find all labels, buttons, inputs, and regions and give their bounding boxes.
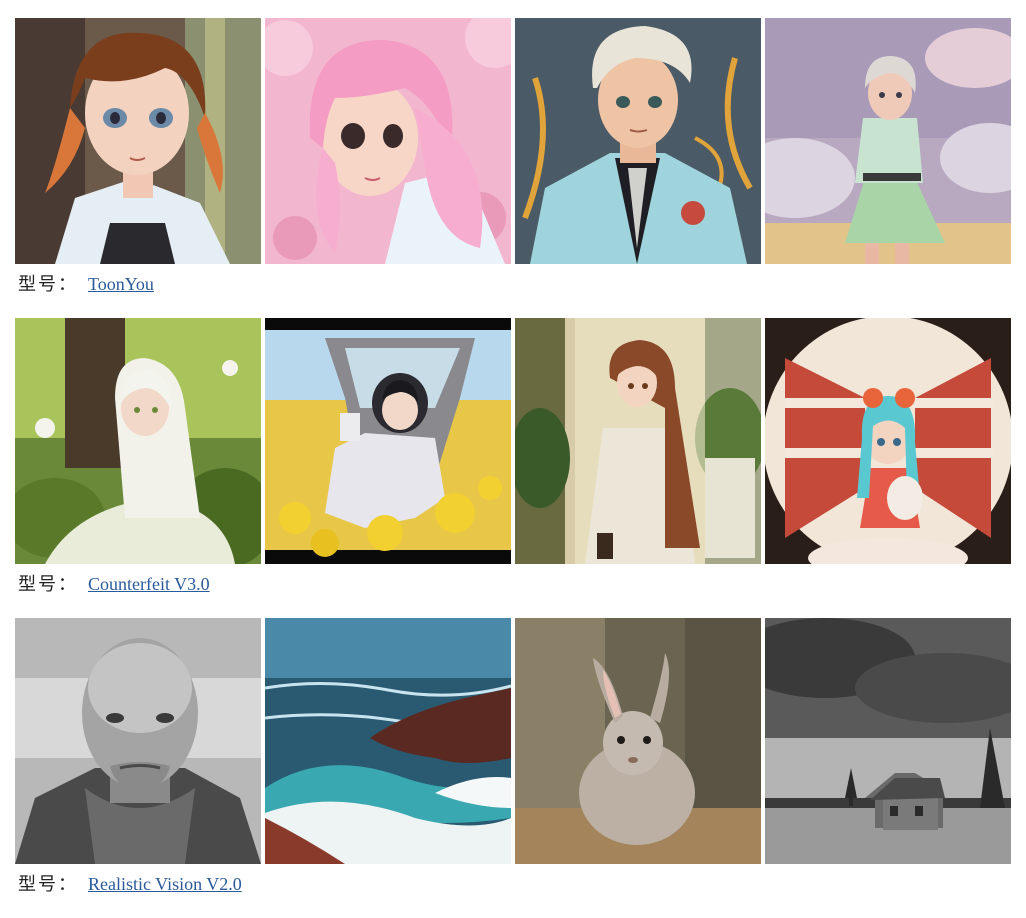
sample-image-anime-girl-under-tree[interactable] xyxy=(15,318,261,564)
image-row xyxy=(15,18,1011,264)
sample-image-anime-boy-white-hair[interactable] xyxy=(515,18,761,264)
sample-image-anime-girl-brown-hair[interactable] xyxy=(15,18,261,264)
model-caption: 型号： ToonYou xyxy=(15,273,1011,295)
model-link-counterfeit[interactable]: Counterfeit V3.0 xyxy=(88,574,210,594)
sample-image-ocean-waves[interactable] xyxy=(265,618,511,864)
model-caption: 型号： Realistic Vision V2.0 xyxy=(15,873,1011,895)
sample-image-anime-girl-pink-hair[interactable] xyxy=(265,18,511,264)
image-row xyxy=(15,318,1011,564)
model-section-toonyou: 型号： ToonYou xyxy=(15,18,1011,318)
image-row xyxy=(15,618,1011,864)
model-section-realistic-vision: 型号： Realistic Vision V2.0 xyxy=(15,618,1011,918)
model-label-prefix: 型号： xyxy=(18,574,78,594)
sample-image-rabbit[interactable] xyxy=(515,618,761,864)
model-link-toonyou[interactable]: ToonYou xyxy=(88,274,154,294)
model-link-realistic-vision[interactable]: Realistic Vision V2.0 xyxy=(88,874,242,894)
sample-image-bw-portrait[interactable] xyxy=(15,618,261,864)
sample-image-anime-astronaut[interactable] xyxy=(265,318,511,564)
model-label-prefix: 型号： xyxy=(18,274,78,294)
sample-image-anime-girl-supermarket[interactable] xyxy=(765,318,1011,564)
model-gallery: 型号： ToonYou 型号： Counterfeit V3.0 型号： Rea… xyxy=(15,18,1011,918)
model-caption: 型号： Counterfeit V3.0 xyxy=(15,573,1011,595)
sample-image-anime-girl-green-skirt[interactable] xyxy=(765,18,1011,264)
sample-image-anime-girl-long-hair-coat[interactable] xyxy=(515,318,761,564)
model-section-counterfeit: 型号： Counterfeit V3.0 xyxy=(15,318,1011,618)
model-label-prefix: 型号： xyxy=(18,874,78,894)
sample-image-old-house-field[interactable] xyxy=(765,618,1011,864)
